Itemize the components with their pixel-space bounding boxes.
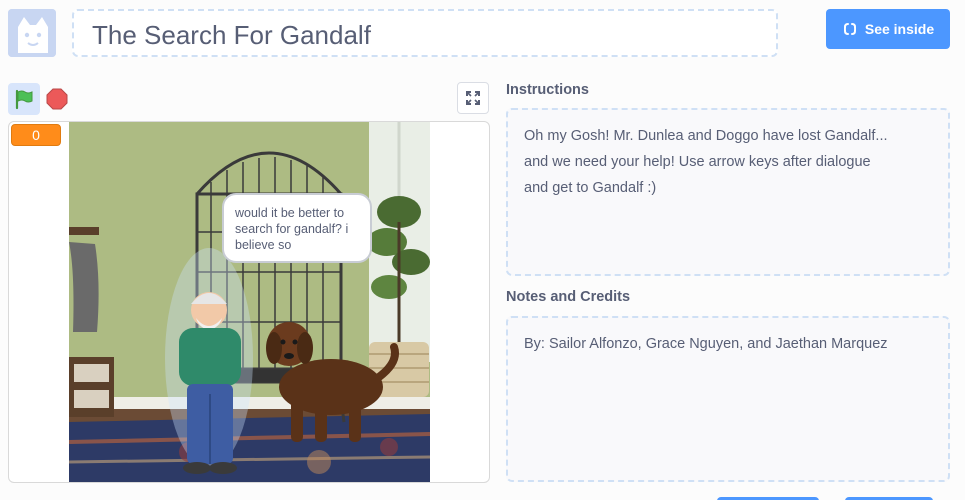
coat: [69, 242, 99, 332]
stop-icon: [46, 88, 68, 110]
instructions-line: Oh my Gosh! Mr. Dunlea and Doggo have lo…: [524, 128, 888, 144]
notes-field[interactable]: By: Sailor Alfonzo, Grace Nguyen, and Ja…: [506, 316, 950, 482]
project-stage[interactable]: [69, 122, 430, 482]
instructions-heading: Instructions: [506, 82, 589, 98]
notes-text: By: Sailor Alfonzo, Grace Nguyen, and Ja…: [524, 336, 888, 352]
green-flag-icon: [15, 89, 33, 110]
project-title: The Search For Gandalf: [92, 20, 371, 50]
project-title-field[interactable]: The Search For Gandalf: [72, 9, 778, 57]
green-flag-button[interactable]: [8, 83, 40, 115]
rug: [69, 414, 430, 482]
fullscreen-button[interactable]: [457, 82, 489, 114]
stage-frame: 0: [8, 121, 490, 483]
stage-scene: [69, 122, 430, 482]
notes-heading: Notes and Credits: [506, 289, 631, 305]
score-monitor[interactable]: 0: [11, 124, 61, 146]
fullscreen-icon: [466, 91, 480, 105]
instructions-line: and get to Gandalf :): [524, 180, 657, 196]
project-author-avatar[interactable]: [8, 9, 56, 57]
stop-button[interactable]: [44, 86, 70, 112]
instructions-line: and we need your help! Use arrow keys af…: [524, 154, 871, 170]
see-inside-label: See inside: [864, 21, 935, 37]
speech-bubble: would it be better to search for gandalf…: [222, 193, 372, 263]
see-inside-button[interactable]: See inside: [826, 9, 950, 49]
instructions-field[interactable]: Oh my Gosh! Mr. Dunlea and Doggo have lo…: [506, 108, 950, 276]
see-inside-icon: [843, 23, 856, 35]
scratch-cat-icon: [8, 9, 56, 57]
